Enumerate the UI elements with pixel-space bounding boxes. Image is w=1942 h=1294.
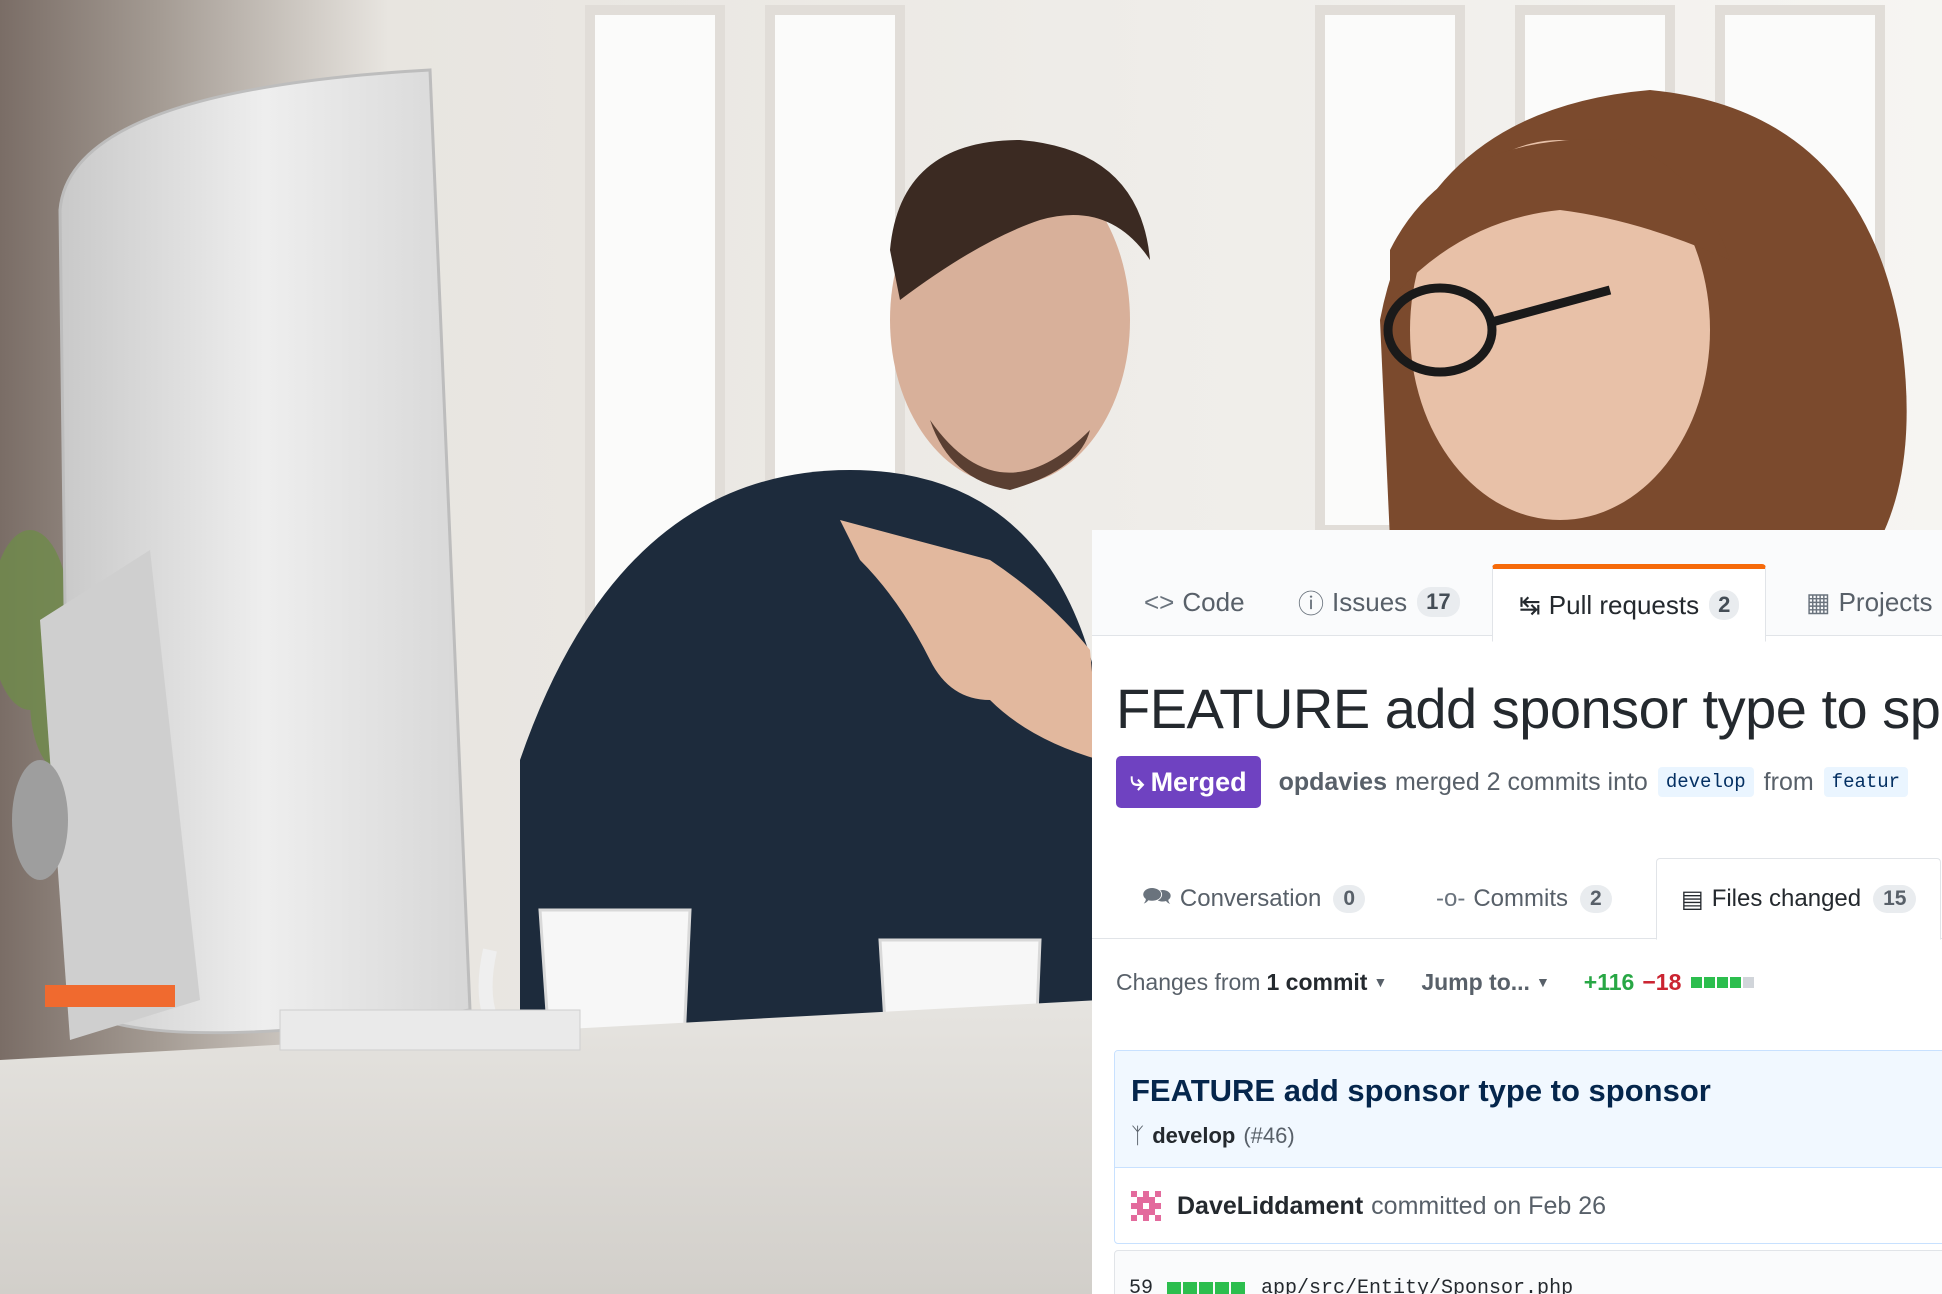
comment-discussion-icon: 🗪 bbox=[1142, 882, 1172, 910]
file-header: 59 app/src/Entity/Sponsor.php bbox=[1114, 1250, 1942, 1294]
commit-title-link[interactable]: FEATURE add sponsor type to sponsor bbox=[1131, 1073, 1711, 1109]
file-path-link[interactable]: app/src/Entity/Sponsor.php bbox=[1261, 1277, 1573, 1294]
file-change-count: 59 bbox=[1129, 1277, 1154, 1294]
merge-text: merged 2 commits into bbox=[1394, 767, 1648, 796]
git-commit-icon: -o- bbox=[1436, 885, 1466, 912]
diff-icon: ▤ bbox=[1681, 885, 1704, 913]
pull-requests-count-badge: 2 bbox=[1709, 590, 1740, 620]
file-summary: 59 app/src/Entity/Sponsor.php bbox=[1129, 1277, 1573, 1294]
commit-branch-name[interactable]: develop bbox=[1152, 1123, 1235, 1149]
additions-count: +116 bbox=[1583, 968, 1635, 995]
state-label: Merged bbox=[1150, 766, 1247, 797]
tab-projects-label: Projects bbox=[1838, 586, 1933, 617]
tab-conversation-label: Conversation bbox=[1179, 885, 1322, 912]
conversation-count-badge: 0 bbox=[1333, 885, 1365, 913]
tab-code[interactable]: <> Code bbox=[1144, 570, 1245, 634]
repo-nav: <> Code ⓘ Issues 17 ↹ Pull requests 2 ▦ … bbox=[1092, 530, 1942, 642]
pr-title: FEATURE add sponsor type to sp bbox=[1116, 677, 1941, 740]
deletions-count: −18 bbox=[1642, 968, 1682, 995]
commit-author-link[interactable]: DaveLiddament bbox=[1177, 1192, 1363, 1221]
changes-from-prefix: Changes from bbox=[1116, 968, 1261, 995]
head-branch[interactable]: featur bbox=[1823, 767, 1909, 797]
tab-commits[interactable]: -o- Commits 2 bbox=[1436, 860, 1612, 938]
tab-pull-requests[interactable]: ↹ Pull requests 2 bbox=[1492, 564, 1767, 642]
tab-issues-label: Issues bbox=[1332, 586, 1408, 617]
commit-branch-info: ᛉ develop (#46) bbox=[1131, 1123, 1295, 1149]
pr-tabs: 🗪 Conversation 0 -o- Commits 2 ▤ Files c… bbox=[1092, 834, 1942, 940]
chevron-down-icon: ▼ bbox=[1535, 974, 1550, 990]
tab-conversation[interactable]: 🗪 Conversation 0 bbox=[1142, 860, 1365, 938]
commit-header: FEATURE add sponsor type to sponsor ᛉ de… bbox=[1115, 1051, 1942, 1168]
git-branch-icon: ᛉ bbox=[1131, 1123, 1145, 1148]
tab-issues[interactable]: ⓘ Issues 17 bbox=[1298, 570, 1460, 634]
files-changed-count-badge: 15 bbox=[1873, 885, 1917, 913]
merge-summary: opdavies merged 2 commits into develop f… bbox=[1279, 767, 1919, 797]
from-text: from bbox=[1763, 767, 1814, 796]
project-icon: ▦ bbox=[1806, 586, 1831, 617]
issue-opened-icon: ⓘ bbox=[1298, 588, 1325, 619]
tab-files-changed[interactable]: ▤ Files changed 15 bbox=[1656, 858, 1942, 940]
tab-files-changed-label: Files changed bbox=[1711, 885, 1862, 912]
git-pull-request-icon: ↹ bbox=[1519, 589, 1541, 620]
jump-to-dropdown[interactable]: Jump to... bbox=[1421, 969, 1530, 996]
chevron-down-icon: ▼ bbox=[1373, 974, 1388, 990]
git-merge-icon: ⤷ bbox=[1130, 766, 1145, 796]
commit-date-text: committed on Feb 26 bbox=[1371, 1191, 1607, 1220]
file-diffstat-bar bbox=[1167, 1281, 1247, 1294]
commit-card: FEATURE add sponsor type to sponsor ᛉ de… bbox=[1114, 1050, 1942, 1244]
commit-ref[interactable]: (#46) bbox=[1243, 1123, 1294, 1149]
code-icon: <> bbox=[1144, 586, 1175, 617]
avatar[interactable] bbox=[1131, 1191, 1161, 1221]
merged-state-badge: ⤷ Merged bbox=[1116, 756, 1261, 808]
pr-meta: ⤷ Merged opdavies merged 2 commits into … bbox=[1116, 756, 1918, 808]
diff-toolbar: Changes from 1 commit ▼ Jump to... ▼ +11… bbox=[1116, 962, 1756, 1002]
github-pr-panel: <> Code ⓘ Issues 17 ↹ Pull requests 2 ▦ … bbox=[1092, 530, 1942, 1294]
tab-commits-label: Commits bbox=[1473, 885, 1569, 912]
tab-code-label: Code bbox=[1182, 586, 1245, 617]
diffstat-bar bbox=[1691, 976, 1756, 988]
base-branch[interactable]: develop bbox=[1657, 767, 1754, 797]
tab-pull-requests-label: Pull requests bbox=[1548, 589, 1700, 620]
changes-from-dropdown[interactable]: 1 commit bbox=[1266, 969, 1367, 996]
commit-author-row: DaveLiddament committed on Feb 26 bbox=[1131, 1189, 1606, 1223]
pr-author-link[interactable]: opdavies bbox=[1279, 768, 1387, 797]
issues-count-badge: 17 bbox=[1417, 587, 1460, 617]
commits-count-badge: 2 bbox=[1580, 885, 1612, 913]
tab-projects[interactable]: ▦ Projects bbox=[1806, 570, 1933, 634]
